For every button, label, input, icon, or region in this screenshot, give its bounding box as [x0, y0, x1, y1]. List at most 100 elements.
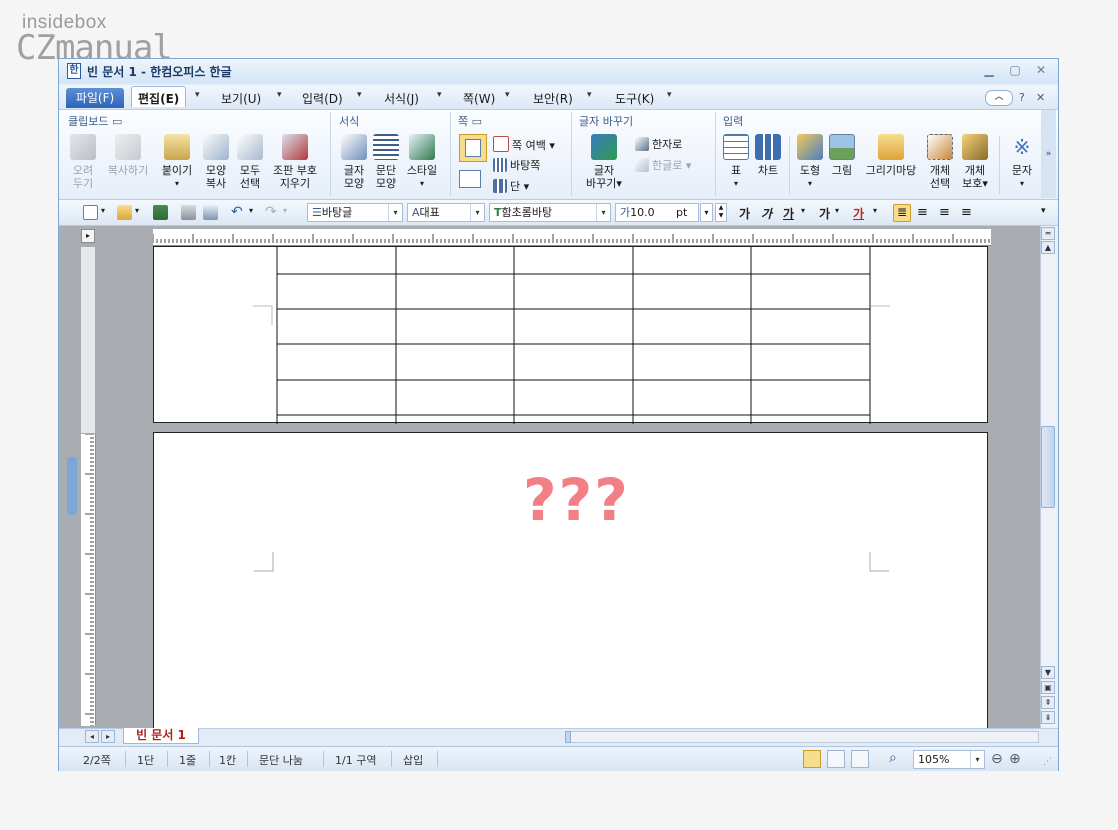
- chevron-down-icon[interactable]: ▾: [596, 204, 610, 221]
- cut-button[interactable]: 오려 두기: [67, 134, 99, 190]
- chart-button[interactable]: 차트: [753, 134, 783, 177]
- toolbar-overflow-icon[interactable]: ▾: [1041, 206, 1046, 216]
- style-select[interactable]: ☰바탕글 ▾: [307, 203, 403, 222]
- underline-button[interactable]: 가: [783, 205, 794, 222]
- page-view-icon[interactable]: ▣: [1041, 681, 1055, 694]
- page-1[interactable]: [153, 246, 988, 424]
- outline-view-icon[interactable]: [827, 750, 845, 768]
- scroll-split-icon[interactable]: ═: [1041, 227, 1055, 240]
- menu-security[interactable]: 보안(R): [533, 90, 573, 107]
- chevron-down-icon[interactable]: ▾: [283, 206, 287, 215]
- next-page-icon[interactable]: ⇟: [1041, 711, 1055, 724]
- select-all-button[interactable]: 모두 선택: [233, 134, 267, 190]
- to-hanja-button[interactable]: 한자로: [635, 136, 682, 152]
- clear-mark-button[interactable]: 조판 부호 지우기: [267, 134, 323, 190]
- font-size-spinner[interactable]: ▲ ▼: [715, 203, 727, 222]
- chevron-down-icon[interactable]: ▾: [357, 90, 362, 100]
- chevron-down-icon[interactable]: ▾: [667, 90, 672, 100]
- italic-button[interactable]: 가: [761, 205, 772, 222]
- font-select[interactable]: T함초롬바탕 ▾: [489, 203, 611, 222]
- picture-button[interactable]: 그림: [827, 134, 857, 177]
- page-setup-button[interactable]: [459, 134, 487, 162]
- menu-insert[interactable]: 입력(D): [302, 90, 343, 107]
- spin-up-icon[interactable]: ▲: [719, 204, 724, 211]
- chevron-down-icon[interactable]: ▾: [249, 206, 253, 215]
- align-right-icon[interactable]: ≡: [961, 205, 976, 220]
- chevron-down-icon[interactable]: ▾: [801, 206, 805, 215]
- language-select[interactable]: A대표 ▾: [407, 203, 485, 222]
- chevron-down-icon[interactable]: ▾: [970, 751, 984, 768]
- page-layout-button[interactable]: [459, 170, 485, 192]
- chevron-down-icon[interactable]: ▾: [873, 206, 877, 215]
- zoom-select[interactable]: 105% ▾: [913, 750, 985, 769]
- char-button[interactable]: ※ 문자 ▾: [1007, 134, 1037, 190]
- tab-document-1[interactable]: 빈 문서 1: [123, 728, 199, 744]
- help-icon[interactable]: ?: [1019, 91, 1025, 104]
- paste-button[interactable]: 붙이기 ▾: [157, 134, 197, 190]
- format-copy-button[interactable]: 모양 복사: [199, 134, 233, 190]
- print-icon[interactable]: [181, 205, 196, 220]
- horizontal-scroll-thumb[interactable]: [565, 731, 571, 743]
- ribbon-collapse-icon[interactable]: ︿: [985, 90, 1013, 106]
- shape-button[interactable]: 도형 ▾: [795, 134, 825, 190]
- chevron-down-icon[interactable]: ▾: [835, 206, 839, 215]
- menu-tools[interactable]: 도구(K): [615, 90, 654, 107]
- chevron-down-icon[interactable]: ▾: [505, 90, 510, 100]
- side-panel-handle[interactable]: [67, 457, 77, 515]
- zoom-magnifier-icon[interactable]: ⌕: [889, 750, 897, 766]
- scroll-up-icon[interactable]: ▲: [1041, 241, 1055, 254]
- gallery-button[interactable]: 그리기마당: [859, 134, 923, 177]
- horizontal-ruler[interactable]: [152, 229, 991, 246]
- text-effect-button[interactable]: 가: [819, 205, 830, 222]
- zoom-in-icon[interactable]: ⊕: [1009, 751, 1021, 767]
- prev-page-icon[interactable]: ⇞: [1041, 696, 1055, 709]
- new-document-icon[interactable]: [83, 205, 98, 220]
- copy-button[interactable]: 복사하기: [101, 134, 155, 177]
- ruler-corner-button[interactable]: ▸: [81, 229, 95, 243]
- status-insert-mode[interactable]: 삽입: [403, 752, 423, 768]
- text-color-button[interactable]: 가: [853, 205, 864, 222]
- close-icon[interactable]: ✕: [1033, 63, 1049, 77]
- chevron-down-icon[interactable]: ▾: [587, 90, 592, 100]
- undo-icon[interactable]: ↶: [231, 205, 246, 220]
- convert-char-button[interactable]: 글자 바꾸기▾: [581, 134, 627, 190]
- style-button[interactable]: 스타일 ▾: [402, 134, 442, 190]
- save-icon[interactable]: [153, 205, 168, 220]
- resize-grip-icon[interactable]: ⋰: [1043, 757, 1052, 767]
- char-shape-button[interactable]: 글자 모양: [338, 134, 370, 190]
- chevron-down-icon[interactable]: ▾: [388, 204, 402, 221]
- align-left-icon[interactable]: ≡: [917, 205, 932, 220]
- tab-prev-icon[interactable]: ◂: [85, 730, 99, 743]
- bold-button[interactable]: 가: [739, 205, 750, 222]
- ribbon-scroll-right-icon[interactable]: »: [1041, 110, 1056, 198]
- to-hangul-button[interactable]: 한글로 ▾: [635, 157, 691, 173]
- vertical-ruler[interactable]: [81, 433, 96, 727]
- page-view-button-icon[interactable]: [851, 750, 869, 768]
- close-doc-icon[interactable]: ✕: [1036, 91, 1045, 104]
- menu-edit[interactable]: 편집(E): [131, 86, 187, 107]
- menu-view[interactable]: 보기(U): [221, 90, 261, 107]
- tab-next-icon[interactable]: ▸: [101, 730, 115, 743]
- minimize-icon[interactable]: ▁: [981, 63, 997, 77]
- horizontal-scrollbar[interactable]: [565, 731, 1039, 743]
- chevron-down-icon[interactable]: ▾: [135, 206, 139, 215]
- font-size-input[interactable]: 가10.0 pt: [615, 203, 699, 222]
- print-preview-icon[interactable]: [203, 205, 218, 220]
- menu-edit-dropdown-icon[interactable]: ▾: [195, 90, 200, 100]
- normal-view-icon[interactable]: [803, 750, 821, 768]
- menu-format[interactable]: 서식(J): [384, 90, 419, 107]
- spin-down-icon[interactable]: ▼: [719, 212, 724, 219]
- chevron-down-icon[interactable]: ▾: [470, 204, 484, 221]
- maximize-icon[interactable]: ▢: [1007, 63, 1023, 77]
- menu-file[interactable]: 파일(F): [66, 88, 124, 108]
- page-margin-button[interactable]: 쪽 여백 ▾: [493, 136, 555, 153]
- object-protect-button[interactable]: 개체 보호▾: [957, 134, 993, 190]
- zoom-out-icon[interactable]: ⊖: [991, 751, 1003, 767]
- scroll-down-icon[interactable]: ▼: [1041, 666, 1055, 679]
- para-shape-button[interactable]: 문단 모양: [370, 134, 402, 190]
- chevron-down-icon[interactable]: ▾: [101, 206, 105, 215]
- font-size-dropdown[interactable]: ▾: [700, 203, 713, 222]
- table-button[interactable]: 표 ▾: [721, 134, 751, 190]
- master-page-button[interactable]: 바탕쪽: [493, 157, 540, 173]
- column-button[interactable]: 단 ▾: [493, 178, 529, 194]
